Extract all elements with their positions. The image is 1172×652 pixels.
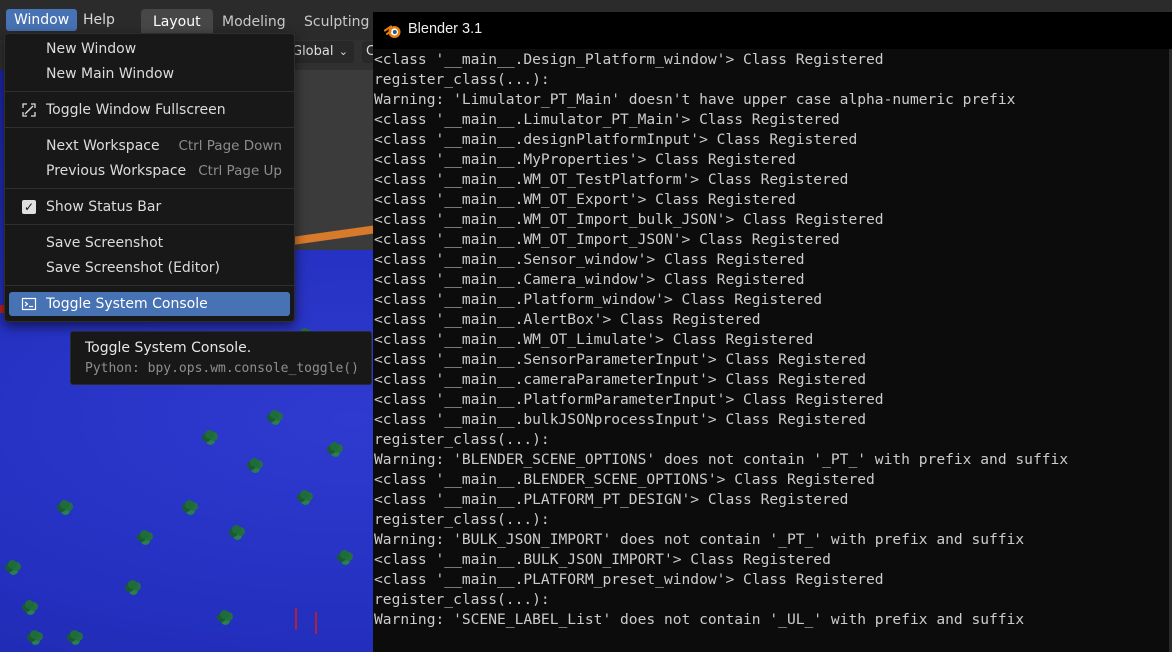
menu-divider xyxy=(5,285,294,286)
console-line: register_class(...): xyxy=(374,591,550,608)
console-line: <class '__main__.BULK_JSON_IMPORT'> Clas… xyxy=(374,551,831,568)
console-line: register_class(...): xyxy=(374,71,550,88)
console-icon xyxy=(21,296,37,312)
tree-object xyxy=(70,630,79,639)
checkbox-icon[interactable]: ✓ xyxy=(22,200,36,214)
tree-object xyxy=(270,410,279,419)
tree-object xyxy=(340,550,349,559)
menu-item-shortcut: Ctrl Page Down xyxy=(178,138,282,154)
console-line: <class '__main__.Limulator_PT_Main'> Cla… xyxy=(374,111,840,128)
console-line: <class '__main__.AlertBox'> Class Regist… xyxy=(374,311,761,328)
tree-object xyxy=(25,600,34,609)
console-line: Warning: 'BLENDER_SCENE_OPTIONS' does no… xyxy=(374,451,1069,468)
tree-object xyxy=(8,560,17,569)
tree-object xyxy=(60,500,69,509)
tab-layout[interactable]: Layout xyxy=(141,9,213,35)
menu-item-label: Save Screenshot xyxy=(46,235,164,251)
menu-item-new-main-window[interactable]: New Main Window xyxy=(9,62,290,86)
console-line: <class '__main__.WM_OT_Export'> Class Re… xyxy=(374,191,796,208)
console-line: Warning: 'SCENE_LABEL_List' does not con… xyxy=(374,611,1025,628)
tab-modeling[interactable]: Modeling xyxy=(210,9,298,35)
tooltip: Toggle System Console. Python: bpy.ops.w… xyxy=(70,331,372,385)
menu-item-label: Save Screenshot (Editor) xyxy=(46,260,220,276)
tree-object xyxy=(232,525,241,534)
transform-orientation-value: Global xyxy=(292,44,334,59)
console-line: <class '__main__.PLATFORM_PT_DESIGN'> Cl… xyxy=(374,491,849,508)
tree-object xyxy=(205,430,214,439)
console-line: <class '__main__.designPlatformInput'> C… xyxy=(374,131,858,148)
console-line: <class '__main__.WM_OT_Import_JSON'> Cla… xyxy=(374,231,840,248)
console-line: <class '__main__.Camera_window'> Class R… xyxy=(374,271,805,288)
console-line: <class '__main__.BLENDER_SCENE_OPTIONS'>… xyxy=(374,471,875,488)
console-line: <class '__main__.WM_OT_Limulate'> Class … xyxy=(374,331,814,348)
console-output[interactable]: <class '__main__.Design_Platform_window'… xyxy=(374,50,1169,650)
tree-object xyxy=(185,500,194,509)
tooltip-title: Toggle System Console. xyxy=(85,340,252,356)
menu-item-save-screenshot[interactable]: Save Screenshot xyxy=(9,231,290,255)
menu-item-label: New Main Window xyxy=(46,66,175,82)
menu-item-toggle-fullscreen[interactable]: Toggle Window Fullscreen xyxy=(9,98,290,122)
marker-post xyxy=(295,608,297,630)
menu-item-save-screenshot-editor[interactable]: Save Screenshot (Editor) xyxy=(9,256,290,280)
window-menu-dropdown: New Window New Main Window Toggle Window… xyxy=(4,33,295,322)
menu-window[interactable]: Window xyxy=(6,9,78,31)
console-line: <class '__main__.PLATFORM_preset_window'… xyxy=(374,571,884,588)
console-line: register_class(...): xyxy=(374,431,550,448)
console-line: <class '__main__.bulkJSONprocessInput'> … xyxy=(374,411,867,428)
console-line: <class '__main__.Platform_window'> Class… xyxy=(374,291,823,308)
menu-item-toggle-system-console[interactable]: Toggle System Console xyxy=(9,292,290,316)
tree-object xyxy=(140,530,149,539)
tree-object xyxy=(30,630,39,639)
system-console-window[interactable]: Blender 3.1 <class '__main__.Design_Plat… xyxy=(373,12,1172,652)
menu-item-label: Previous Workspace xyxy=(46,163,187,179)
menu-divider xyxy=(5,188,294,189)
tab-sculpting[interactable]: Sculpting xyxy=(292,9,381,35)
menu-divider xyxy=(5,91,294,92)
tree-object xyxy=(300,490,309,499)
console-line: Warning: 'BULK_JSON_IMPORT' does not con… xyxy=(374,531,1025,548)
menu-item-label: Next Workspace xyxy=(46,138,160,154)
console-line: register_class(...): xyxy=(374,511,550,528)
console-line: <class '__main__.SensorParameterInput'> … xyxy=(374,351,867,368)
menu-help[interactable]: Help xyxy=(75,9,123,31)
console-title: Blender 3.1 xyxy=(408,21,483,37)
blender-logo-icon xyxy=(383,22,402,40)
menu-item-new-window[interactable]: New Window xyxy=(9,37,290,61)
console-line: <class '__main__.WM_OT_TestPlatform'> Cl… xyxy=(374,171,849,188)
transform-orientation-dropdown[interactable]: Global ⌄ xyxy=(286,41,354,63)
console-line: <class '__main__.WM_OT_Import_bulk_JSON'… xyxy=(374,211,884,228)
menu-item-label: Toggle System Console xyxy=(46,296,208,312)
menu-divider xyxy=(5,224,294,225)
console-line: <class '__main__.Design_Platform_window'… xyxy=(374,51,884,68)
tooltip-python: Python: bpy.ops.wm.console_toggle() xyxy=(85,361,359,376)
menu-item-next-workspace[interactable]: Next Workspace Ctrl Page Down xyxy=(9,134,290,158)
tree-object xyxy=(128,580,137,589)
tree-object xyxy=(220,610,229,619)
console-line: <class '__main__.cameraParameterInput'> … xyxy=(374,371,867,388)
menu-item-show-status-bar[interactable]: ✓ Show Status Bar xyxy=(9,195,290,219)
tree-object xyxy=(330,442,339,451)
console-line: Warning: 'Limulator_PT_Main' doesn't hav… xyxy=(374,91,1016,108)
menu-item-label: Show Status Bar xyxy=(46,199,162,215)
menu-item-label: Toggle Window Fullscreen xyxy=(46,102,226,118)
viewport-background xyxy=(290,70,380,250)
menu-item-previous-workspace[interactable]: Previous Workspace Ctrl Page Up xyxy=(9,159,290,183)
console-line: <class '__main__.PlatformParameterInput'… xyxy=(374,391,884,408)
console-line: <class '__main__.MyProperties'> Class Re… xyxy=(374,151,796,168)
console-line: <class '__main__.Sensor_window'> Class R… xyxy=(374,251,805,268)
chevron-down-icon: ⌄ xyxy=(338,45,348,58)
console-titlebar[interactable]: Blender 3.1 xyxy=(373,12,1172,49)
menu-item-label: New Window xyxy=(46,41,137,57)
menu-item-shortcut: Ctrl Page Up xyxy=(198,163,282,179)
fullscreen-icon xyxy=(21,102,37,118)
menu-divider xyxy=(5,127,294,128)
marker-post xyxy=(315,612,317,634)
tree-object xyxy=(250,458,259,467)
